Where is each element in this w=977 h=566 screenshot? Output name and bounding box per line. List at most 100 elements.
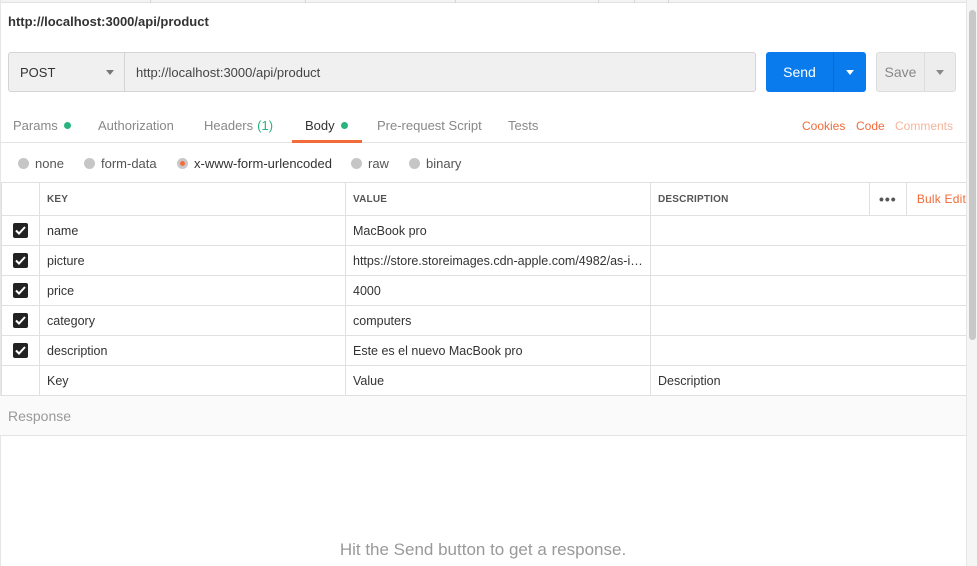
- row-checkbox[interactable]: [1, 275, 40, 306]
- key-cell[interactable]: name: [39, 215, 346, 246]
- tab-separator: [305, 0, 306, 3]
- tab-pre-request-script[interactable]: Pre-request Script: [377, 118, 482, 133]
- tab-headers[interactable]: Headers (1): [204, 118, 273, 133]
- url-input[interactable]: [125, 53, 755, 91]
- tab-label: Tests: [508, 118, 539, 133]
- tab-label: Params: [13, 118, 58, 133]
- description-column-header: DESCRIPTION ••• Bulk Edit: [650, 182, 967, 216]
- cookies-link[interactable]: Cookies: [802, 119, 845, 133]
- radio-label: x-www-form-urlencoded: [194, 156, 332, 171]
- row-checkbox[interactable]: [1, 215, 40, 246]
- open-tabs-strip: [0, 0, 977, 3]
- value-cell[interactable]: https://store.storeimages.cdn-apple.com/…: [345, 245, 651, 276]
- key-column-header: KEY: [39, 182, 346, 216]
- radio-binary[interactable]: binary: [409, 156, 461, 171]
- value-cell[interactable]: MacBook pro: [345, 215, 651, 246]
- description-cell[interactable]: [650, 245, 967, 276]
- checkmark-icon: [13, 313, 28, 329]
- new-row: Key Value Description: [1, 365, 967, 396]
- vertical-scrollbar[interactable]: [966, 0, 977, 566]
- code-link[interactable]: Code: [856, 119, 885, 133]
- tab-label: Body: [305, 118, 335, 133]
- radio-raw[interactable]: raw: [351, 156, 389, 171]
- new-key-input[interactable]: Key: [39, 365, 346, 396]
- tab-separator: [668, 0, 669, 3]
- chevron-down-icon: [936, 69, 944, 75]
- description-header-label: DESCRIPTION: [658, 193, 729, 205]
- row-checkbox[interactable]: [1, 305, 40, 336]
- save-options-button[interactable]: [925, 53, 955, 91]
- value-cell[interactable]: 4000: [345, 275, 651, 306]
- bulk-edit-link[interactable]: Bulk Edit: [907, 192, 966, 206]
- key-cell[interactable]: category: [39, 305, 346, 336]
- key-cell[interactable]: description: [39, 335, 346, 366]
- method-select[interactable]: POST: [9, 53, 125, 91]
- more-options-icon[interactable]: •••: [868, 183, 907, 215]
- radio-selected-icon: [177, 158, 188, 169]
- value-column-header: VALUE: [345, 182, 651, 216]
- save-button[interactable]: Save: [877, 53, 925, 91]
- comments-link[interactable]: Comments: [895, 119, 953, 133]
- radio-label: form-data: [101, 156, 157, 171]
- value-cell[interactable]: computers: [345, 305, 651, 336]
- send-button-group: Send: [766, 52, 866, 92]
- radio-circle-icon: [351, 158, 362, 169]
- description-cell[interactable]: [650, 305, 967, 336]
- send-button[interactable]: Send: [766, 52, 834, 92]
- key-cell[interactable]: picture: [39, 245, 346, 276]
- send-options-button[interactable]: [834, 52, 866, 92]
- checkmark-icon: [13, 343, 28, 359]
- scrollbar-thumb[interactable]: [969, 10, 976, 340]
- status-dot-icon: [63, 122, 71, 129]
- description-cell[interactable]: [650, 275, 967, 306]
- table-row: description Este es el nuevo MacBook pro: [1, 335, 967, 366]
- row-checkbox[interactable]: [1, 335, 40, 366]
- checkbox-header: [1, 182, 40, 216]
- radio-x-www-form-urlencoded[interactable]: x-www-form-urlencoded: [177, 156, 332, 171]
- table-row: name MacBook pro: [1, 215, 967, 246]
- checkmark-icon: [13, 253, 28, 269]
- new-description-input[interactable]: Description: [650, 365, 967, 396]
- radio-circle-icon: [84, 158, 95, 169]
- radio-circle-icon: [409, 158, 420, 169]
- radio-label: raw: [368, 156, 389, 171]
- radio-none[interactable]: none: [18, 156, 64, 171]
- empty-response-hint: Hit the Send button to get a response.: [339, 540, 627, 559]
- tab-authorization[interactable]: Authorization: [98, 118, 174, 133]
- table-row: price 4000: [1, 275, 967, 306]
- table-header-row: KEY VALUE DESCRIPTION ••• Bulk Edit: [1, 182, 967, 216]
- response-header: Response: [0, 396, 966, 436]
- value-cell[interactable]: Este es el nuevo MacBook pro: [345, 335, 651, 366]
- status-dot-icon: [340, 122, 348, 129]
- description-cell[interactable]: [650, 335, 967, 366]
- chevron-down-icon: [106, 69, 114, 75]
- radio-label: binary: [426, 156, 462, 171]
- response-label: Response: [8, 408, 72, 424]
- radio-form-data[interactable]: form-data: [84, 156, 157, 171]
- tab-label: Authorization: [98, 118, 174, 133]
- tab-separator: [150, 0, 151, 3]
- description-cell[interactable]: [650, 215, 967, 246]
- method-label: POST: [20, 64, 56, 80]
- radio-circle-icon: [18, 158, 29, 169]
- tab-separator: [455, 0, 456, 3]
- empty-checkbox-cell: [1, 365, 40, 396]
- save-button-group: Save: [876, 52, 956, 92]
- row-checkbox[interactable]: [1, 245, 40, 276]
- chevron-down-icon: [846, 69, 854, 75]
- headers-count: (1): [257, 118, 274, 133]
- checkmark-icon: [13, 223, 28, 239]
- new-value-input[interactable]: Value: [345, 365, 651, 396]
- tab-body[interactable]: Body: [305, 118, 348, 133]
- tab-tests[interactable]: Tests: [508, 118, 538, 133]
- tab-params[interactable]: Params: [13, 118, 71, 133]
- key-cell[interactable]: price: [39, 275, 346, 306]
- radio-label: none: [35, 156, 64, 171]
- tab-separator: [634, 0, 635, 3]
- request-tabs: Params Authorization Headers (1) Body Pr…: [0, 104, 966, 143]
- request-title: http://localhost:3000/api/product: [8, 14, 209, 29]
- tab-separator: [598, 0, 599, 3]
- table-row: category computers: [1, 305, 967, 336]
- url-bar: POST: [8, 52, 756, 92]
- table-row: picture https://store.storeimages.cdn-ap…: [1, 245, 967, 276]
